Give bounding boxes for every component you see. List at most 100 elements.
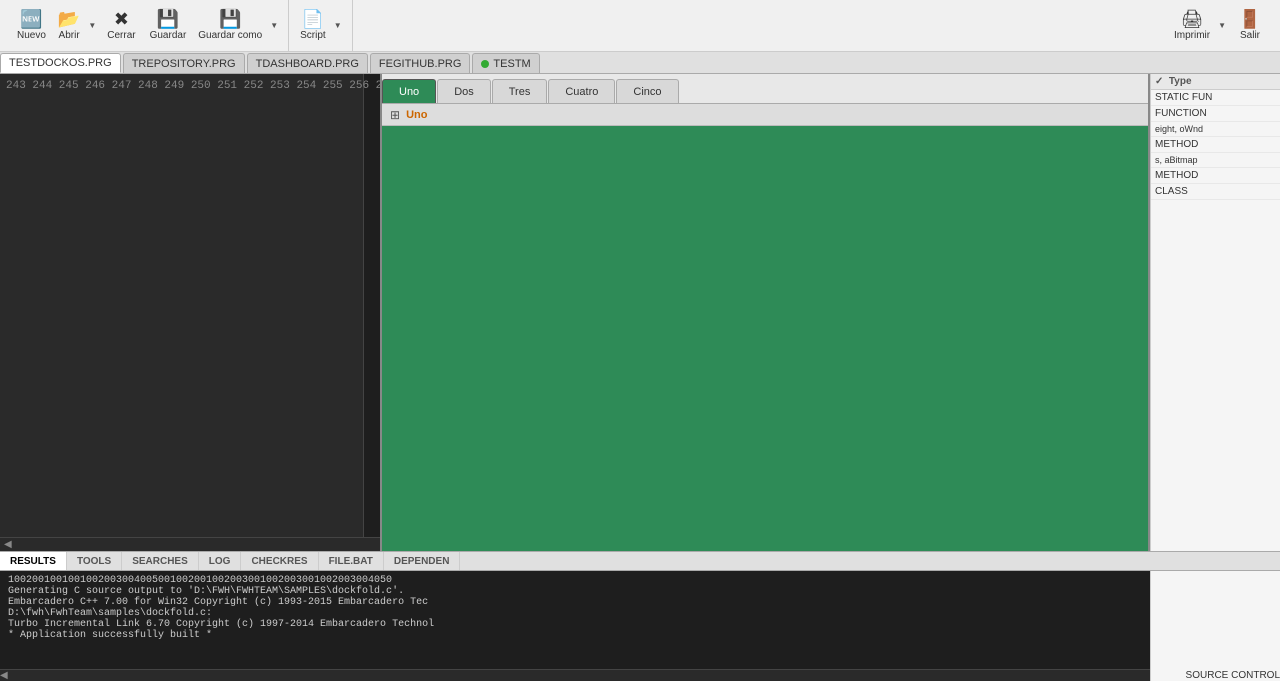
tab-trepository-label: TREPOSITORY.PRG (132, 58, 236, 70)
salir-label: Salir (1240, 30, 1260, 41)
preview-panel: Uno Dos Tres Cuatro Cinco ⊞ Uno (380, 74, 1150, 551)
tab-file-bat[interactable]: FILE.BAT (319, 552, 384, 570)
preview-title: Uno (406, 109, 427, 121)
script-arrow[interactable]: ▼ (331, 8, 346, 44)
guardar-icon: 💾 (157, 10, 179, 28)
type-function: FUNCTION (1151, 106, 1280, 122)
grid-icon: ⊞ (390, 108, 400, 122)
line-numbers: 243 244 245 246 247 248 249 250 251 252 … (0, 74, 364, 537)
bottom-tabs: RESULTS TOOLS SEARCHES LOG CHECKRES FILE… (0, 551, 1280, 571)
guardar-button[interactable]: 💾 Guardar (143, 7, 194, 44)
type-method-1: METHOD (1151, 137, 1280, 153)
type-static-fun: STATIC FUN (1151, 90, 1280, 106)
imprimir-icon: 🖨 (1181, 10, 1204, 28)
tab-results[interactable]: RESULTS (0, 552, 67, 570)
abrir-icon: 📂 (58, 10, 80, 28)
right-panel: ✓ Type STATIC FUN FUNCTION eight, oWnd M… (1150, 74, 1280, 551)
toolbar-group-script: 📄 Script ▼ (289, 0, 352, 51)
guardar-como-icon: 💾 (219, 10, 241, 28)
table-row: FUNCTION (1151, 106, 1280, 122)
code-content: 243 244 245 246 247 248 249 250 251 252 … (0, 74, 380, 537)
preview-tab-tres[interactable]: Tres (492, 79, 548, 103)
script-button[interactable]: 📄 Script ▼ (295, 8, 345, 44)
bottom-left: 1002001001001002003004005001002001002003… (0, 571, 1150, 681)
bottom-right-panel: SOURCE CONTROL (1150, 571, 1280, 681)
preview-title-bar: ⊞ Uno (382, 104, 1148, 126)
tab-testm-label: TESTM (493, 58, 530, 70)
tab-checkres[interactable]: CHECKRES (241, 552, 318, 570)
output-line: Generating C source output to 'D:\FWH\FW… (8, 586, 1142, 597)
tab-log[interactable]: LOG (199, 552, 242, 570)
tab-testm[interactable]: TESTM (472, 53, 539, 73)
toolbar: 🆕 Nuevo 📂 Abrir ▼ ✖ Cerrar 💾 Guardar 💾 G… (0, 0, 1280, 52)
tab-dependen[interactable]: DEPENDEN (384, 552, 461, 570)
output-line: Embarcadero C++ 7.00 for Win32 Copyright… (8, 597, 1142, 608)
abrir-button[interactable]: 📂 Abrir ▼ (53, 8, 100, 44)
abrir-label: Abrir (59, 30, 80, 41)
bottom-scroll-left-icon[interactable]: ◀ (0, 670, 8, 681)
output-line: 1002001001001002003004005001002001002003… (8, 575, 1142, 586)
guardar-como-button[interactable]: 💾 Guardar como ▼ (193, 8, 282, 44)
salir-icon: 🚪 (1239, 10, 1261, 28)
imprimir-button[interactable]: 🖨 Imprimir ▼ (1169, 8, 1230, 44)
script-icon: 📄 (302, 10, 324, 28)
tab-testdockos[interactable]: TESTDOCKOS.PRG (0, 53, 121, 73)
preview-canvas[interactable] (382, 126, 1148, 551)
cerrar-label: Cerrar (107, 30, 135, 41)
script-label: Script (300, 30, 326, 41)
source-control-label: SOURCE CONTROL (1186, 670, 1280, 681)
toolbar-group-file: 🆕 Nuevo 📂 Abrir ▼ ✖ Cerrar 💾 Guardar 💾 G… (4, 0, 289, 51)
bottom-row: 1002001001001002003004005001002001002003… (0, 571, 1280, 681)
guardar-como-label: Guardar como (198, 30, 262, 41)
table-row: METHOD (1151, 137, 1280, 153)
nuevo-button[interactable]: 🆕 Nuevo (10, 7, 53, 44)
code-lines[interactable]: oWnd := GetWndDef lPixel := .F.,; lDesig… (364, 74, 380, 537)
preview-tab-uno[interactable]: Uno (382, 79, 436, 103)
output-line: D:\fwh\FwhTeam\samples\dockfold.c: (8, 608, 1142, 619)
cerrar-icon: ✖ (114, 10, 129, 28)
table-row: CLASS (1151, 184, 1280, 200)
type-table: ✓ Type STATIC FUN FUNCTION eight, oWnd M… (1151, 74, 1280, 200)
cerrar-button[interactable]: ✖ Cerrar (100, 7, 142, 44)
bottom-scroll[interactable]: ◀ (0, 669, 1150, 681)
table-row: STATIC FUN (1151, 90, 1280, 106)
preview-tab-cinco[interactable]: Cinco (616, 79, 678, 103)
guardar-como-arrow[interactable]: ▼ (267, 8, 282, 44)
type-method-1-name: eight, oWnd (1151, 122, 1280, 137)
type-col-header: ✓ Type (1151, 74, 1280, 90)
tab-tdashboard-label: TDASHBOARD.PRG (256, 58, 359, 70)
file-tabs: TESTDOCKOS.PRG TREPOSITORY.PRG TDASHBOAR… (0, 52, 1280, 74)
toolbar-group-right: 🖨 Imprimir ▼ 🚪 Salir (1163, 0, 1276, 51)
preview-tabs-bar: Uno Dos Tres Cuatro Cinco (382, 74, 1148, 104)
scroll-left-icon[interactable]: ◀ (4, 539, 12, 550)
bottom-area: RESULTS TOOLS SEARCHES LOG CHECKRES FILE… (0, 551, 1280, 681)
imprimir-main[interactable]: 🖨 Imprimir (1169, 8, 1215, 44)
tab-trepository[interactable]: TREPOSITORY.PRG (123, 53, 245, 73)
output-line: * Application successfully built * (8, 630, 1142, 641)
tab-searches[interactable]: SEARCHES (122, 552, 199, 570)
main-area: 243 244 245 246 247 248 249 250 251 252 … (0, 74, 1280, 551)
bottom-content[interactable]: 1002001001001002003004005001002001002003… (0, 571, 1150, 669)
imprimir-label: Imprimir (1174, 30, 1210, 41)
preview-tab-cuatro[interactable]: Cuatro (548, 79, 615, 103)
type-method-2: METHOD (1151, 168, 1280, 184)
script-main[interactable]: 📄 Script (295, 8, 331, 44)
salir-button[interactable]: 🚪 Salir (1230, 7, 1270, 44)
guardar-label: Guardar (150, 30, 187, 41)
code-scroll: 243 244 245 246 247 248 249 250 251 252 … (0, 74, 380, 537)
tab-tools[interactable]: TOOLS (67, 552, 122, 570)
table-row: METHOD (1151, 168, 1280, 184)
type-class: CLASS (1151, 184, 1280, 200)
guardar-como-main[interactable]: 💾 Guardar como (193, 8, 267, 44)
abrir-arrow[interactable]: ▼ (85, 8, 100, 44)
output-line: Turbo Incremental Link 6.70 Copyright (c… (8, 619, 1142, 630)
abrir-main[interactable]: 📂 Abrir (53, 8, 85, 44)
nuevo-label: Nuevo (17, 30, 46, 41)
nuevo-icon: 🆕 (20, 10, 42, 28)
tab-fegithub[interactable]: FEGITHUB.PRG (370, 53, 471, 73)
imprimir-arrow[interactable]: ▼ (1215, 8, 1230, 44)
table-row: s, aBitmap (1151, 153, 1280, 168)
tab-tdashboard[interactable]: TDASHBOARD.PRG (247, 53, 368, 73)
horizontal-scroll[interactable]: ◀ (0, 537, 380, 551)
preview-tab-dos[interactable]: Dos (437, 79, 491, 103)
